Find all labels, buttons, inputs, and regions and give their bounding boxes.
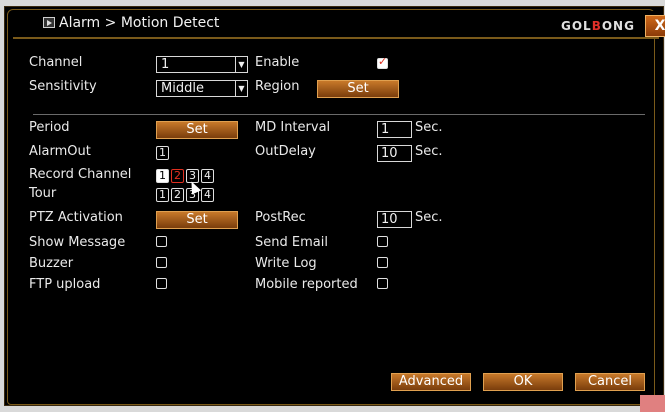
tour-box-2[interactable]: 2 xyxy=(171,188,184,202)
postrec-unit: Sec. xyxy=(415,210,443,225)
sensitivity-select[interactable]: Middle ▼ xyxy=(156,80,248,97)
ftp-upload-label: FTP upload xyxy=(29,277,101,292)
ftp-upload-checkbox[interactable] xyxy=(156,278,167,289)
motion-detect-window: Alarm > Motion Detect GOLBONG X Channel … xyxy=(4,6,665,406)
mobile-reported-label: Mobile reported xyxy=(255,277,358,292)
buzzer-label: Buzzer xyxy=(29,256,74,271)
record-channel-label: Record Channel xyxy=(29,167,132,182)
record-channel-box-2[interactable]: 2 xyxy=(171,169,184,183)
chevron-down-icon: ▼ xyxy=(235,57,247,72)
md-interval-unit: Sec. xyxy=(415,120,443,135)
show-message-label: Show Message xyxy=(29,235,126,250)
outdelay-input[interactable]: 10 xyxy=(377,145,412,162)
postrec-input[interactable]: 10 xyxy=(377,211,412,228)
tour-label: Tour xyxy=(29,186,57,201)
background-strip xyxy=(640,395,665,412)
write-log-label: Write Log xyxy=(255,256,317,271)
cancel-button[interactable]: Cancel xyxy=(575,373,645,391)
close-button[interactable]: X xyxy=(645,15,665,37)
buzzer-checkbox[interactable] xyxy=(156,257,167,268)
enable-label: Enable xyxy=(255,55,300,70)
tour-box-1[interactable]: 1 xyxy=(156,188,169,202)
title-bar: Alarm > Motion Detect GOLBONG X xyxy=(13,11,665,39)
period-label: Period xyxy=(29,120,70,135)
show-message-checkbox[interactable] xyxy=(156,236,167,247)
chevron-down-icon: ▼ xyxy=(235,81,247,96)
outdelay-unit: Sec. xyxy=(415,144,443,159)
send-email-label: Send Email xyxy=(255,235,328,250)
md-interval-input[interactable]: 1 xyxy=(377,121,412,138)
brand-logo: GOLBONG xyxy=(561,19,635,33)
alarmout-label: AlarmOut xyxy=(29,144,91,159)
write-log-checkbox[interactable] xyxy=(377,257,388,268)
ok-button[interactable]: OK xyxy=(483,373,563,391)
ptz-set-button[interactable]: Set xyxy=(156,211,238,229)
enable-checkbox[interactable] xyxy=(377,55,388,69)
outdelay-label: OutDelay xyxy=(255,144,316,159)
tour-box-4[interactable]: 4 xyxy=(201,188,214,202)
record-channel-box-4[interactable]: 4 xyxy=(201,169,214,183)
mobile-reported-checkbox[interactable] xyxy=(377,278,388,289)
divider xyxy=(33,114,645,115)
ptz-activation-label: PTZ Activation xyxy=(29,210,123,225)
send-email-checkbox[interactable] xyxy=(377,236,388,247)
alarmout-box-1[interactable]: 1 xyxy=(156,146,169,160)
channel-label: Channel xyxy=(29,55,83,70)
region-label: Region xyxy=(255,79,300,94)
region-set-button[interactable]: Set xyxy=(317,80,399,98)
advanced-button[interactable]: Advanced xyxy=(391,373,471,391)
window-menu-icon[interactable] xyxy=(43,17,55,28)
window-frame xyxy=(7,9,655,405)
period-set-button[interactable]: Set xyxy=(156,121,238,139)
md-interval-label: MD Interval xyxy=(255,120,331,135)
postrec-label: PostRec xyxy=(255,210,306,225)
page-title: Alarm > Motion Detect xyxy=(59,15,220,31)
record-channel-box-1[interactable]: 1 xyxy=(156,169,169,183)
channel-select[interactable]: 1 ▼ xyxy=(156,56,248,73)
sensitivity-label: Sensitivity xyxy=(29,79,97,94)
